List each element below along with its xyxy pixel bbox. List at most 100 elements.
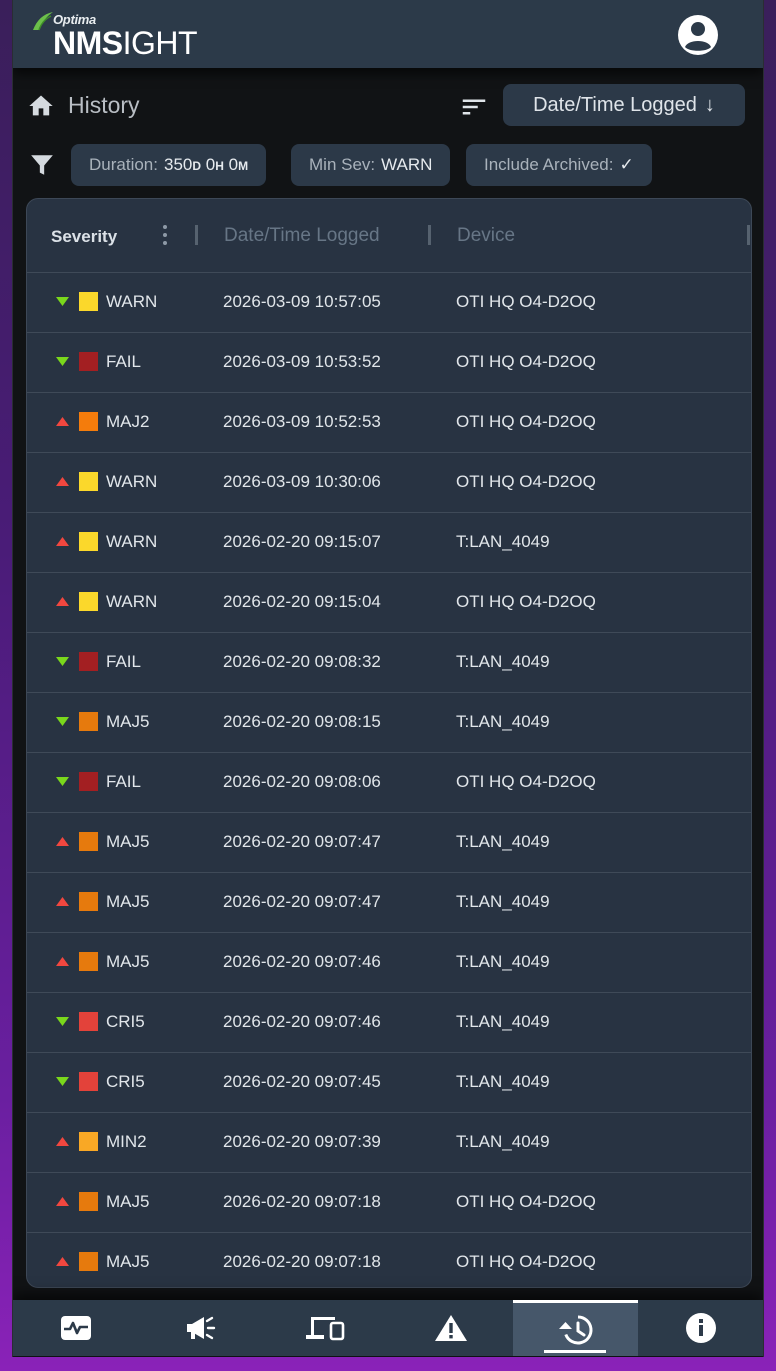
severity-cell: WARN [106,532,158,551]
column-menu-icon[interactable] [159,223,171,247]
severity-cell: WARN [106,472,158,491]
device-cell: T:LAN_4049 [456,1012,550,1031]
nav-history-button[interactable] [513,1300,638,1356]
sort-direction-icon: ↓ [704,93,715,116]
trend-up-icon [56,1197,69,1206]
active-tab-underline [544,1350,606,1353]
trend-down-icon [56,1017,69,1026]
brand-bold-text: NMS [53,25,123,61]
severity-color-swatch [79,352,98,371]
table-row[interactable]: FAIL 2026-03-09 10:53:52 OTI HQ O4-D2OQ [27,333,751,393]
brand-logo[interactable]: Optima NMSIGHT [31,6,211,62]
nav-alarms-button[interactable] [388,1300,513,1356]
device-cell: T:LAN_4049 [456,1072,550,1091]
duration-days-unit: D [192,159,202,173]
trend-down-icon [56,297,69,306]
trend-down-icon [56,357,69,366]
datetime-cell: 2026-02-20 09:07:46 [223,952,381,971]
device-cell: OTI HQ O4-D2OQ [456,772,596,791]
severity-cell: MAJ5 [106,952,150,971]
alarm-warning-icon [434,1315,467,1341]
history-table: Severity Date/Time Logged Device WARN 202… [26,198,752,1288]
table-row[interactable]: WARN 2026-03-09 10:57:05 OTI HQ O4-D2OQ [27,273,751,333]
table-row[interactable]: WARN 2026-03-09 10:30:06 OTI HQ O4-D2OQ [27,453,751,513]
sort-icon[interactable] [459,92,489,122]
duration-value: 350D 0H 0M [164,155,248,175]
severity-color-swatch [79,1072,98,1091]
trend-up-icon [56,477,69,486]
severity-color-swatch [79,892,98,911]
severity-cell: MAJ5 [106,1252,150,1271]
table-row[interactable]: WARN 2026-02-20 09:15:04 OTI HQ O4-D2OQ [27,573,751,633]
column-header-device[interactable]: Device [457,225,515,247]
column-header-datetime[interactable]: Date/Time Logged [224,225,380,247]
activity-monitor-icon [60,1316,91,1340]
severity-cell: FAIL [106,352,141,371]
nav-info-button[interactable] [638,1300,763,1356]
trend-up-icon [56,1257,69,1266]
table-row[interactable]: CRI5 2026-02-20 09:07:46 T:LAN_4049 [27,993,751,1053]
trend-down-icon [56,1077,69,1086]
table-row[interactable]: MIN2 2026-02-20 09:07:39 T:LAN_4049 [27,1113,751,1173]
duration-minutes-unit: M [238,159,249,173]
table-row[interactable]: MAJ5 2026-02-20 09:07:18 OTI HQ O4-D2OQ [27,1173,751,1233]
severity-cell: FAIL [106,652,141,671]
column-resize-handle[interactable] [747,225,750,245]
column-resize-handle[interactable] [428,225,431,245]
severity-cell: CRI5 [106,1012,145,1031]
nav-announcements-button[interactable] [138,1300,263,1356]
leaf-logo-icon [33,12,53,31]
bottom-navigation [13,1300,763,1356]
datetime-cell: 2026-02-20 09:15:04 [223,592,381,611]
table-row[interactable]: FAIL 2026-02-20 09:08:32 T:LAN_4049 [27,633,751,693]
table-row[interactable]: MAJ5 2026-02-20 09:07:47 T:LAN_4049 [27,873,751,933]
nav-activity-button[interactable] [13,1300,138,1356]
severity-cell: MAJ5 [106,832,150,851]
table-row[interactable]: FAIL 2026-02-20 09:08:06 OTI HQ O4-D2OQ [27,753,751,813]
severity-cell: MIN2 [106,1132,147,1151]
severity-color-swatch [79,652,98,671]
datetime-cell: 2026-02-20 09:07:18 [223,1252,381,1271]
account-icon[interactable] [677,14,719,56]
trend-up-icon [56,897,69,906]
trend-down-icon [56,657,69,666]
severity-color-swatch [79,412,98,431]
device-cell: OTI HQ O4-D2OQ [456,352,596,371]
table-row[interactable]: MAJ5 2026-02-20 09:07:46 T:LAN_4049 [27,933,751,993]
nav-devices-button[interactable] [263,1300,388,1356]
datetime-cell: 2026-02-20 09:07:39 [223,1132,381,1151]
device-cell: T:LAN_4049 [456,892,550,911]
severity-color-swatch [79,1012,98,1031]
duration-filter-chip[interactable]: Duration: 350D 0H 0M [71,144,267,186]
include-archived-filter-chip[interactable]: Include Archived: ✓ [466,144,652,186]
severity-cell: CRI5 [106,1072,145,1091]
duration-hours-unit: H [215,159,224,173]
page-title: History [68,92,140,118]
home-icon[interactable] [27,92,55,120]
trend-up-icon [56,957,69,966]
datetime-cell: 2026-03-09 10:57:05 [223,292,381,311]
device-cell: T:LAN_4049 [456,712,550,731]
filter-icon[interactable] [29,152,55,178]
severity-cell: WARN [106,292,158,311]
sort-by-button[interactable]: Date/Time Logged ↓ [503,84,745,126]
datetime-cell: 2026-02-20 09:07:47 [223,832,381,851]
column-resize-handle[interactable] [195,225,198,245]
severity-color-swatch [79,292,98,311]
table-row[interactable]: MAJ5 2026-02-20 09:07:47 T:LAN_4049 [27,813,751,873]
table-row[interactable]: MAJ2 2026-03-09 10:52:53 OTI HQ O4-D2OQ [27,393,751,453]
min-severity-filter-chip[interactable]: Min Sev: WARN [291,144,451,186]
trend-down-icon [56,717,69,726]
severity-cell: MAJ5 [106,892,150,911]
filter-bar: Duration: 350D 0H 0M Min Sev: WARN Inclu… [13,144,763,186]
device-cell: OTI HQ O4-D2OQ [456,1192,596,1211]
datetime-cell: 2026-03-09 10:30:06 [223,472,381,491]
table-row[interactable]: WARN 2026-02-20 09:15:07 T:LAN_4049 [27,513,751,573]
table-row[interactable]: MAJ5 2026-02-20 09:07:18 OTI HQ O4-D2OQ [27,1233,751,1287]
device-cell: OTI HQ O4-D2OQ [456,1252,596,1271]
column-header-severity[interactable]: Severity [51,227,117,247]
devices-icon [305,1317,344,1341]
table-row[interactable]: MAJ5 2026-02-20 09:08:15 T:LAN_4049 [27,693,751,753]
table-row[interactable]: CRI5 2026-02-20 09:07:45 T:LAN_4049 [27,1053,751,1113]
duration-label: Duration: [89,155,158,174]
